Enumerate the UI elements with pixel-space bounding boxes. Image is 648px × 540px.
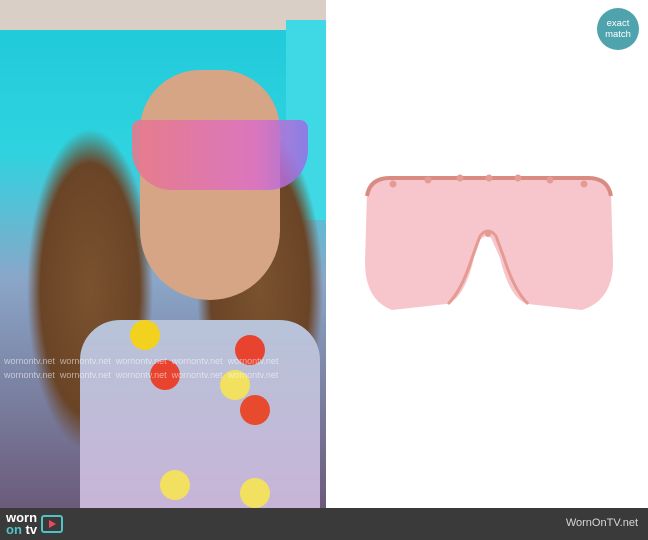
watermark-row: wornontv.net wornontv.net wornontv.net w… (4, 356, 279, 366)
lei-flower (240, 478, 270, 508)
lei-flower (130, 320, 160, 350)
site-name[interactable]: WornOnTV.net (566, 517, 638, 529)
logo-tv-text: tv (25, 522, 38, 537)
worn-visor-sunglasses (132, 120, 308, 190)
background-wall (0, 0, 326, 30)
lei-flower (160, 470, 190, 500)
lei-flower (240, 395, 270, 425)
logo-on: on (6, 522, 22, 537)
visor-sunglasses-image (365, 174, 613, 310)
badge-line-1: exact (606, 18, 630, 29)
watermark-row: wornontv.net wornontv.net wornontv.net w… (4, 370, 279, 380)
lens (365, 180, 613, 310)
scene-photo: wornontv.net wornontv.net wornontv.net w… (0, 0, 326, 508)
outfit (80, 320, 320, 508)
tv-play-icon (41, 515, 64, 533)
footer-bar: worn on tv WornOnTV.net (0, 508, 648, 540)
wornontv-logo[interactable]: worn on tv (6, 511, 64, 537)
product-image (330, 0, 648, 508)
badge-line-2: match (605, 29, 631, 40)
exact-match-badge: exact match (597, 8, 639, 50)
